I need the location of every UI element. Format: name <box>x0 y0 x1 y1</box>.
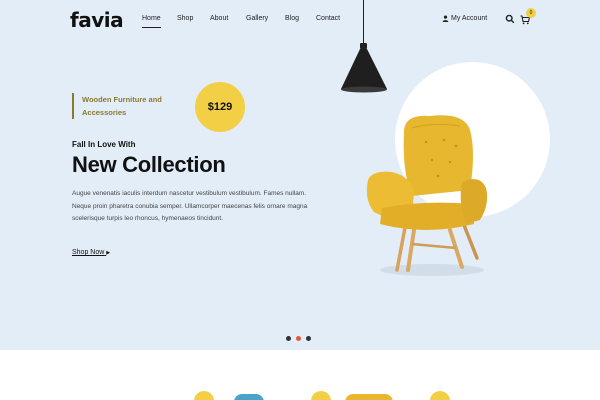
my-account-label: My Account <box>451 15 488 22</box>
slider-dot-1[interactable] <box>286 336 291 341</box>
armchair-image <box>366 115 488 276</box>
caret-right-icon: ▶ <box>106 250 111 256</box>
product-image-2[interactable] <box>345 394 393 400</box>
slider-dot-3[interactable] <box>306 336 311 341</box>
user-icon <box>442 15 449 22</box>
my-account-link[interactable]: My Account <box>442 15 487 22</box>
products-section <box>0 350 600 400</box>
lamp-cord <box>363 0 364 45</box>
hero-title: New Collection <box>72 152 226 177</box>
shop-now-label: Shop Now <box>72 249 105 256</box>
category-tag-line-1: Wooden Furniture and <box>82 95 162 104</box>
nav-shop[interactable]: Shop <box>177 15 193 22</box>
pendant-lamp-image <box>341 49 387 93</box>
shop-now-link[interactable]: Shop Now ▶ <box>72 249 110 256</box>
nav-contact[interactable]: Contact <box>316 15 340 22</box>
hero-description: Augue venenatis iaculis interdum nascetu… <box>72 190 308 222</box>
slider-pagination <box>286 336 311 341</box>
product-image-1[interactable] <box>234 394 264 400</box>
nav-blog[interactable]: Blog <box>285 15 299 22</box>
price-badge: $129 <box>195 82 245 132</box>
search-icon[interactable] <box>505 14 515 24</box>
hero-section: favia Home Shop About Gallery Blog Conta… <box>0 0 600 350</box>
cart-count-badge: 0 <box>526 8 536 18</box>
product-badge-1 <box>194 391 214 400</box>
product-badge-3 <box>430 391 450 400</box>
product-badge-2 <box>311 391 331 400</box>
nav-about[interactable]: About <box>210 15 228 22</box>
hero-subtitle: Fall In Love With <box>72 140 136 149</box>
category-tag: Wooden Furniture and Accessories <box>72 93 162 119</box>
nav-gallery[interactable]: Gallery <box>246 15 268 22</box>
category-tag-line-2: Accessories <box>82 108 127 117</box>
nav-home[interactable]: Home <box>142 15 161 28</box>
slider-dot-2[interactable] <box>296 336 301 341</box>
brand-logo[interactable]: favia <box>70 8 124 32</box>
